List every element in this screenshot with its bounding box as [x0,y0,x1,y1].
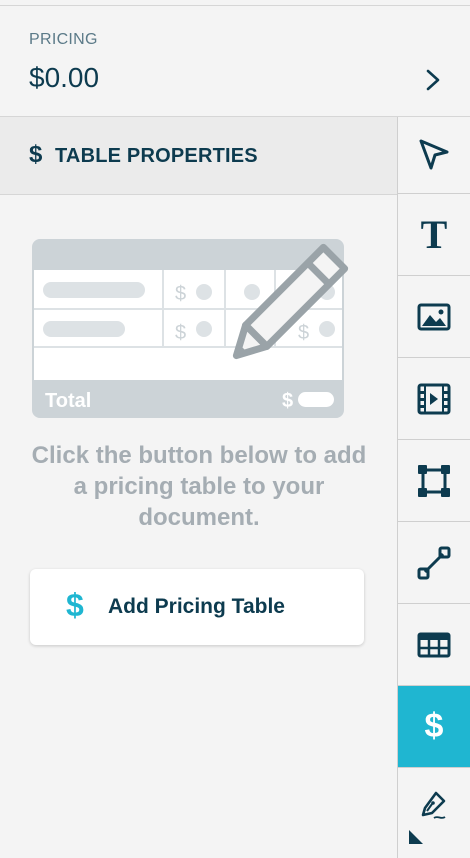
illustration-currency-1: $ [175,283,186,305]
dollar-icon: $ [29,141,43,168]
tool-sidebar: T $ [397,117,470,858]
select-tool[interactable] [398,117,470,194]
line-icon [417,546,451,579]
line-tool[interactable] [398,522,470,604]
empty-state-message: Click the button below to add a pricing … [31,442,367,531]
resize-corner-icon[interactable] [409,830,423,844]
illustration-currency-2: $ [175,322,186,344]
dollar-icon: $ [66,587,84,623]
text-icon: T [420,211,448,257]
table-tool[interactable] [398,604,470,686]
image-tool[interactable] [398,276,470,358]
add-pricing-table-label: Add Pricing Table [108,595,285,618]
table-properties-header: $ TABLE PROPERTIES [0,117,397,195]
pricing-tool[interactable]: $ [398,686,470,768]
signature-pen-icon [421,791,446,819]
video-icon [417,383,451,414]
shape-tool[interactable] [398,440,470,522]
chevron-right-icon[interactable] [424,68,442,92]
shape-icon [418,464,450,497]
add-pricing-table-button[interactable]: $ Add Pricing Table [30,569,364,645]
illustration-total-label: Total [45,390,91,412]
signature-tool[interactable] [398,768,470,850]
table-icon [417,632,451,657]
cursor-arrow-icon [419,139,449,170]
dollar-icon: $ [424,707,444,745]
illustration-total-currency: $ [282,390,293,412]
text-tool[interactable]: T [398,194,470,276]
pricing-table-illustration: $ $ $ Total $ [32,239,349,418]
pricing-label: PRICING [29,31,98,48]
video-tool[interactable] [398,358,470,440]
illustration-currency-3: $ [298,322,309,344]
pricing-summary[interactable]: PRICING $0.00 [0,6,470,117]
table-properties-title: TABLE PROPERTIES [55,145,258,167]
pricing-total-value: $0.00 [29,62,100,93]
image-icon [417,303,451,330]
